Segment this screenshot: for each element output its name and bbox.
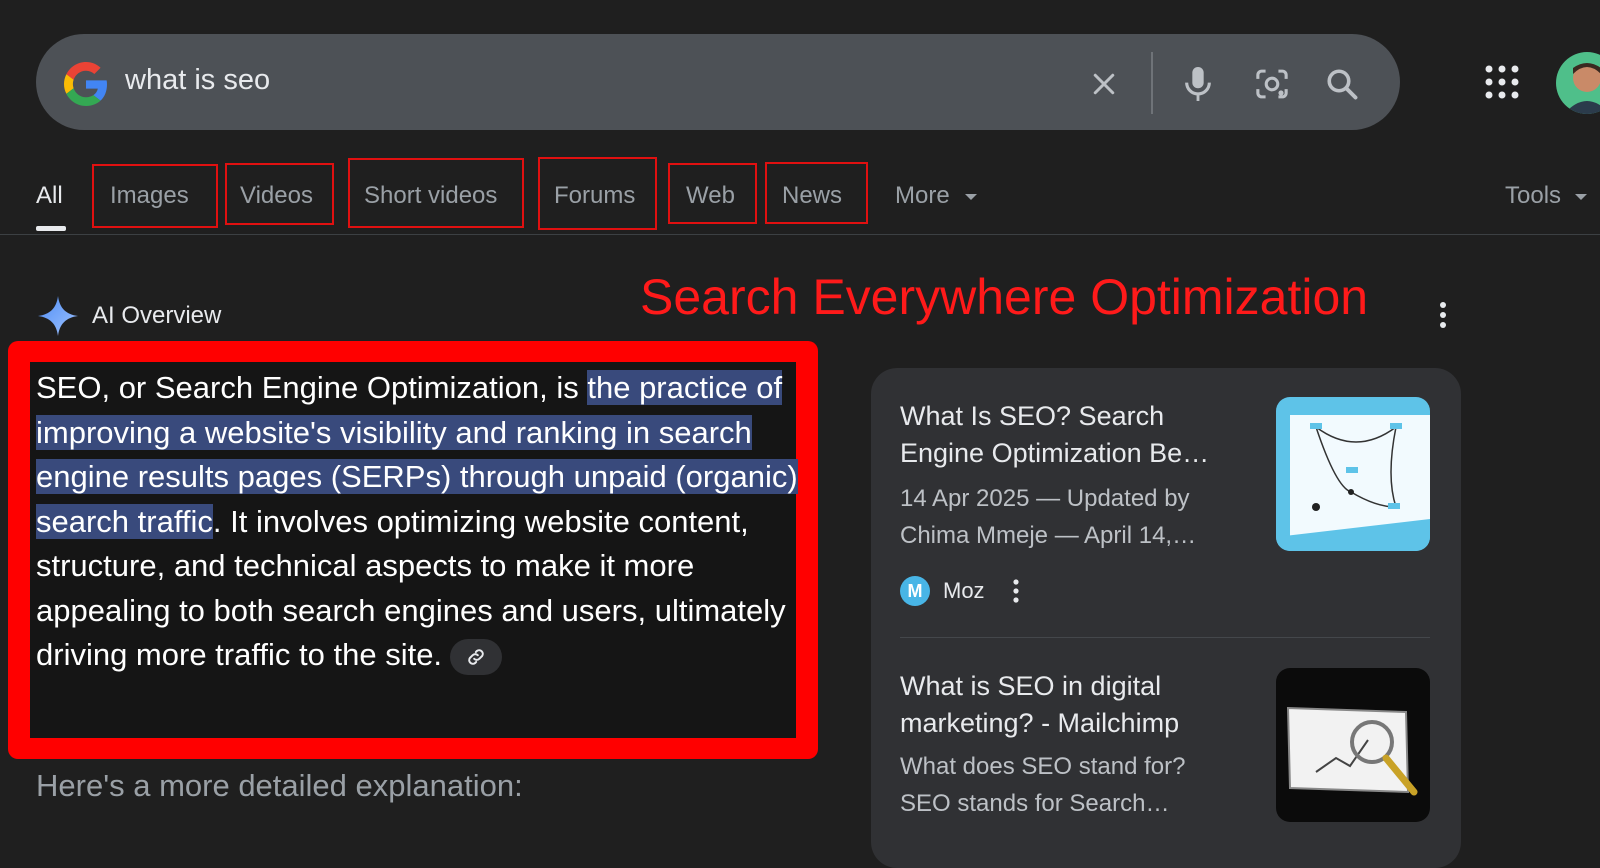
annotation-heading: Search Everywhere Optimization [640,269,1369,325]
tab-short-videos[interactable]: Short videos [364,178,497,214]
active-tab-indicator [36,226,66,231]
ai-sparkle-icon [38,296,78,336]
tab-news[interactable]: News [782,178,842,214]
source-snippet-line: What does SEO stand for? [900,753,1186,780]
google-logo-icon [64,62,107,106]
caret-down-icon [965,193,978,200]
moz-logo-icon: M [900,576,930,606]
tabs-divider [0,234,1600,235]
source-thumbnail[interactable] [1276,397,1430,551]
tab-all[interactable]: All [36,178,63,214]
answer-text-intro: SEO, or Search Engine Optimization, is [36,370,588,405]
more-explanation-label: Here's a more detailed explanation: [36,768,523,803]
search-divider [1151,52,1153,114]
caret-down-icon [1574,193,1587,200]
moz-logo-letter: M [907,580,923,601]
lens-camera-icon[interactable] [1246,58,1298,110]
source-more-options-icon[interactable] [1012,578,1020,604]
card-separator [900,637,1430,638]
search-input[interactable]: what is seo [125,64,270,97]
source-snippet-line: SEO stands for Search… [900,790,1170,817]
search-icon[interactable] [1316,58,1368,110]
tools-label: Tools [1505,182,1562,209]
tab-more[interactable]: More [895,178,978,214]
tab-images[interactable]: Images [110,178,189,214]
tab-web[interactable]: Web [686,178,735,214]
source-snippet-line: 14 Apr 2025 — Updated by [900,485,1190,512]
more-options-icon[interactable] [1438,300,1448,330]
source-site-name[interactable]: Moz [943,578,985,604]
clear-icon[interactable] [1078,58,1130,110]
tab-videos[interactable]: Videos [240,178,313,214]
tab-more-label: More [895,182,950,209]
apps-grid-icon[interactable] [1484,64,1520,100]
source-snippet-line: Chima Mmeje — April 14,… [900,522,1197,549]
source-title[interactable]: What is SEO in digital marketing? - Mail… [900,668,1255,742]
tools-button[interactable]: Tools [1505,178,1588,214]
source-thumbnail[interactable] [1276,668,1430,822]
link-icon [468,649,484,665]
source-card-moz[interactable]: What Is SEO? Search Engine Optimization … [900,398,1255,554]
ai-overview-title: AI Overview [92,302,222,329]
ai-overview-answer: SEO, or Search Engine Optimization, is t… [36,366,806,678]
source-card-mailchimp[interactable]: What is SEO in digital marketing? - Mail… [900,668,1255,822]
tab-forums[interactable]: Forums [554,178,635,214]
source-link-button[interactable] [450,638,503,675]
avatar[interactable] [1556,52,1600,114]
mic-icon[interactable] [1172,58,1224,110]
source-title[interactable]: What Is SEO? Search Engine Optimization … [900,398,1255,472]
